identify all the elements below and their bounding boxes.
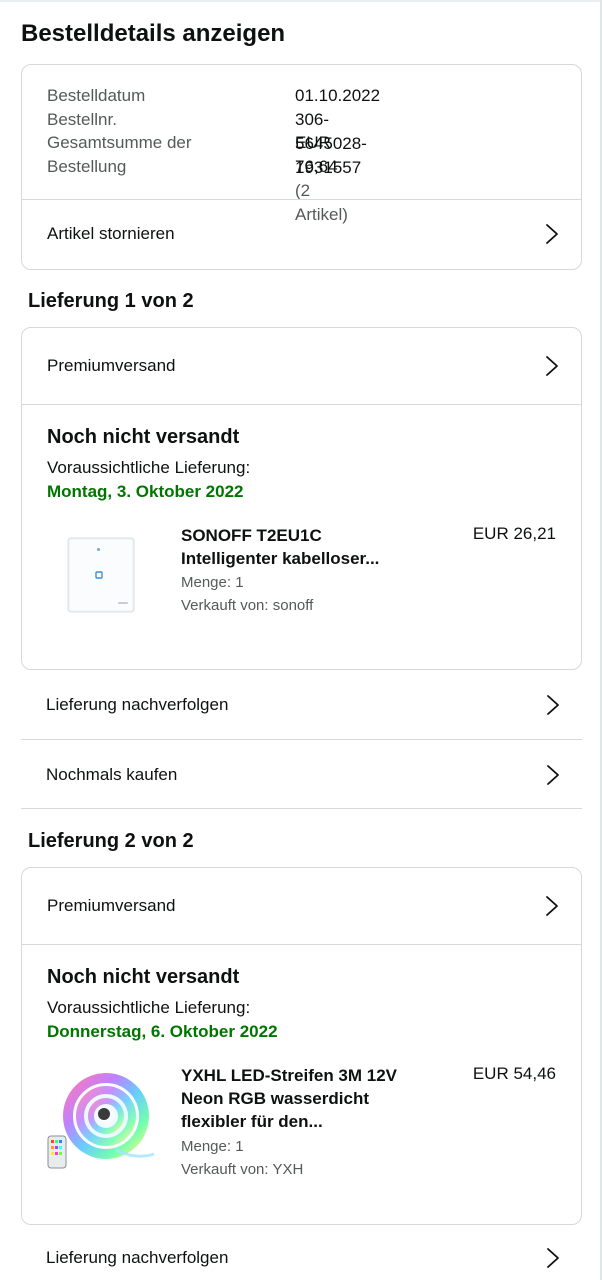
- order-total-amount: EUR 76,64: [295, 133, 338, 176]
- shipment-2-card: Premiumversand Noch nicht versandt Vorau…: [21, 867, 582, 1225]
- chevron-right-icon: [545, 895, 559, 917]
- product-2-title[interactable]: YXHL LED-Streifen 3M 12V Neon RGB wasser…: [181, 1064, 451, 1133]
- shipment-1-track-label: Lieferung nachverfolgen: [46, 695, 229, 714]
- product-1-image[interactable]: [46, 528, 158, 640]
- order-total-label: Gesamtsumme der Bestellung: [47, 131, 247, 179]
- product-1-title[interactable]: SONOFF T2EU1C Intelligenter kabelloser..…: [181, 524, 451, 570]
- product-1-quantity: Menge: 1: [181, 574, 244, 591]
- chevron-right-icon: [546, 694, 560, 716]
- divider: [21, 808, 582, 809]
- product-2-title-line2: Neon RGB wasserdicht: [181, 1089, 369, 1108]
- chevron-right-icon: [546, 1247, 560, 1269]
- shipment-2-status: Noch nicht versandt: [47, 966, 240, 988]
- shipment-1-title: Lieferung 1 von 2: [28, 290, 194, 312]
- shipment-1-expected-date: Montag, 3. Oktober 2022: [47, 482, 244, 501]
- order-total-label-line1: Gesamtsumme der: [47, 133, 192, 152]
- order-date-value: 01.10.2022: [295, 86, 381, 105]
- shipment-2-track-row[interactable]: Lieferung nachverfolgen: [21, 1223, 582, 1280]
- shipment-2-expected-label: Voraussichtliche Lieferung:: [47, 998, 251, 1017]
- shipment-1-status: Noch nicht versandt: [47, 426, 240, 448]
- shipment-2-method-row[interactable]: Premiumversand: [22, 868, 581, 944]
- shipment-1-method-label: Premiumversand: [47, 356, 176, 375]
- product-2-image[interactable]: [46, 1064, 158, 1176]
- order-number-row: Bestellnr. 306-5645028-1931557: [47, 108, 367, 177]
- product-2-title-line3: flexibler für den...: [181, 1112, 323, 1131]
- chevron-right-icon: [546, 764, 560, 786]
- order-total-label-line2: Bestellung: [47, 157, 127, 176]
- shipment-1-expected-label: Voraussichtliche Lieferung:: [47, 458, 251, 477]
- order-date-row: Bestelldatum 01.10.2022: [47, 84, 380, 108]
- shipment-1-card: Premiumversand Noch nicht versandt Vorau…: [21, 327, 582, 670]
- shipment-2-track-label: Lieferung nachverfolgen: [46, 1248, 229, 1267]
- cancel-items-label: Artikel stornieren: [47, 224, 175, 243]
- product-1-seller: Verkauft von: sonoff: [181, 597, 314, 614]
- shipment-2-expected-date: Donnerstag, 6. Oktober 2022: [47, 1022, 278, 1041]
- cancel-items-row[interactable]: Artikel stornieren: [22, 199, 581, 269]
- shipment-2-method-label: Premiumversand: [47, 896, 176, 915]
- order-number-label: Bestellnr.: [47, 110, 117, 129]
- shipment-1-track-row[interactable]: Lieferung nachverfolgen: [21, 670, 582, 740]
- order-date-label: Bestelldatum: [47, 86, 146, 105]
- shipment-1-buy-again-label: Nochmals kaufen: [46, 765, 178, 784]
- shipment-2-title: Lieferung 2 von 2: [28, 830, 194, 852]
- chevron-right-icon: [545, 223, 559, 245]
- product-2-seller: Verkauft von: YXH: [181, 1161, 304, 1178]
- product-1-title-line2: Intelligenter kabelloser...: [181, 549, 380, 568]
- chevron-right-icon: [545, 355, 559, 377]
- shipment-1-buy-again-row[interactable]: Nochmals kaufen: [21, 740, 582, 810]
- product-2-quantity: Menge: 1: [181, 1138, 244, 1155]
- top-edge: [0, 0, 602, 2]
- shipment-1-divider: [22, 404, 581, 405]
- product-2-title-line1: YXHL LED-Streifen 3M 12V: [181, 1066, 398, 1085]
- shipment-2-divider: [22, 944, 581, 945]
- order-summary-card: Bestelldatum 01.10.2022 Bestellnr. 306-5…: [21, 64, 582, 270]
- order-total-row: Gesamtsumme der Bestellung EUR 76,64 (2 …: [47, 131, 348, 224]
- product-2-price: EUR 54,46: [472, 1064, 556, 1083]
- shipment-1-method-row[interactable]: Premiumversand: [22, 328, 581, 404]
- product-1-price: EUR 26,21: [472, 524, 556, 543]
- product-1-title-line1: SONOFF T2EU1C: [181, 526, 322, 545]
- page-title: Bestelldetails anzeigen: [21, 20, 286, 47]
- order-details-page: Bestelldetails anzeigen Bestelldatum 01.…: [0, 0, 602, 1280]
